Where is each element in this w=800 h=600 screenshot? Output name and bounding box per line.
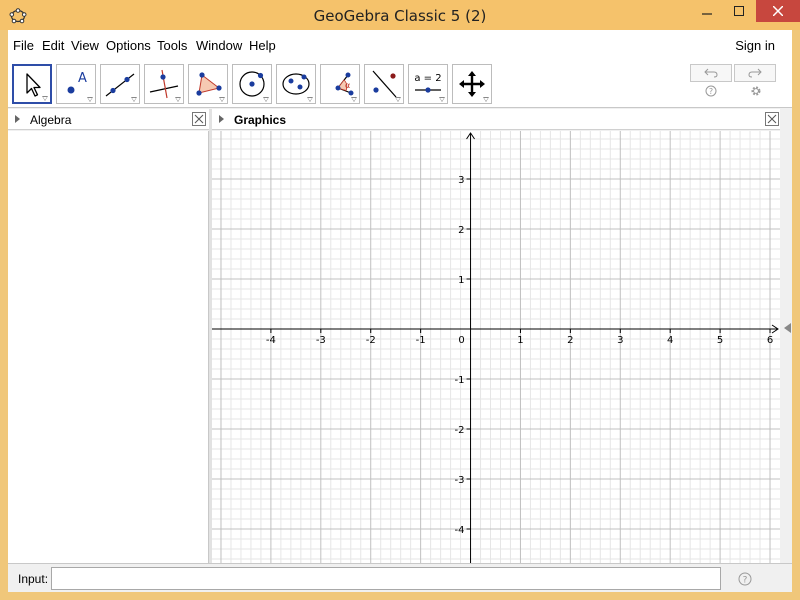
close-icon [767,114,777,124]
input-bar: Input: ? [8,563,792,592]
dropdown-triangle-icon [42,96,48,101]
graphics-title: Graphics [234,113,287,127]
dropdown-triangle-icon [131,97,137,102]
menu-file[interactable]: File [13,38,34,53]
slider-label: a = 2 [414,73,441,84]
side-strip [780,109,792,563]
graphics-panel-header: Graphics [212,109,780,130]
y-tick-label: 3 [458,175,464,186]
dropdown-triangle-icon [483,97,489,102]
close-window-button[interactable] [756,0,800,22]
point-A-icon: A [67,71,87,94]
svg-text:α: α [345,81,350,90]
menu-tools[interactable]: Tools [157,38,187,53]
y-tick-label: -2 [455,425,465,436]
algebra-title: Algebra [30,113,72,127]
dropdown-triangle-icon [439,97,445,102]
dropdown-triangle-icon [87,97,93,102]
title-bar: GeoGebra Classic 5 (2) [0,0,800,30]
ellipse-tool[interactable] [276,64,316,104]
slider-tool[interactable]: a = 2 [408,64,448,104]
x-tick-label: -1 [416,335,426,346]
dropdown-triangle-icon [219,97,225,102]
svg-text:?: ? [743,576,748,586]
point-tool[interactable]: A [56,64,96,104]
menu-help[interactable]: Help [249,38,276,53]
slider-icon: a = 2 [414,73,442,93]
menu-bar: File Edit View Options Tools Window Help… [8,30,792,58]
y-tick-label: -1 [455,375,465,386]
dropdown-triangle-icon [395,97,401,102]
polygon-tool[interactable] [188,64,228,104]
x-tick-label: 0 [458,335,464,346]
ellipse-icon [282,73,310,95]
dropdown-triangle-icon [351,97,357,102]
input-field[interactable] [51,567,721,590]
menu-edit[interactable]: Edit [42,38,64,53]
help-icon[interactable]: ? [738,572,752,586]
style-bar-toggle-icon[interactable] [784,323,791,333]
close-algebra-button[interactable] [192,112,206,126]
window-title: GeoGebra Classic 5 (2) [313,7,487,25]
perpendicular-line-icon [149,69,179,99]
line-through-points-icon [105,73,135,97]
algebra-panel-header: Algebra [8,109,209,130]
move-graphics-tool[interactable] [452,64,492,104]
x-tick-label: -2 [366,335,376,346]
x-tick-label: 3 [617,335,623,346]
close-icon [194,114,204,124]
polygon-icon [196,72,222,96]
y-tick-label: -3 [455,475,465,486]
y-tick-label: 2 [458,225,464,236]
angle-icon: α [335,72,354,96]
help-icon[interactable]: ? [705,85,717,97]
x-tick-label: -3 [316,335,326,346]
app-client-area: File Edit View Options Tools Window Help… [8,30,792,592]
minimize-button[interactable] [692,0,722,22]
x-tick-label: 6 [767,335,773,346]
reflect-about-line-icon [372,70,397,98]
angle-tool[interactable]: α [320,64,360,104]
algebra-view[interactable] [8,131,209,563]
line-tool[interactable] [100,64,140,104]
menu-window[interactable]: Window [196,38,242,53]
circle-center-point-icon [239,71,265,97]
undo-icon [704,68,718,78]
toolbar: A α a = 2 ? [8,58,792,108]
close-icon [773,6,783,16]
x-tick-label: -4 [266,335,276,346]
redo-icon [748,68,762,78]
x-tick-label: 5 [717,335,723,346]
circle-tool[interactable] [232,64,272,104]
dropdown-triangle-icon [307,97,313,102]
expand-arrow-icon[interactable] [15,115,20,123]
x-tick-label: 2 [567,335,573,346]
close-graphics-button[interactable] [765,112,779,126]
maximize-icon [734,6,744,16]
menu-options[interactable]: Options [106,38,151,53]
x-tick-label: 4 [667,335,673,346]
dropdown-triangle-icon [175,97,181,102]
reflect-tool[interactable] [364,64,404,104]
coordinate-plane[interactable]: -4 -3 -2 -1 0 1 2 3 4 5 6 3 2 1 -1 -2 -3 -4 [212,131,780,563]
x-tick-label: 1 [517,335,523,346]
maximize-button[interactable] [724,0,754,22]
svg-text:?: ? [709,87,713,96]
minimize-icon [702,13,712,15]
gear-icon[interactable] [750,85,762,97]
sign-in-link[interactable]: Sign in [735,38,775,53]
y-tick-label: 1 [458,275,464,286]
graphics-view[interactable]: -4 -3 -2 -1 0 1 2 3 4 5 6 3 2 1 -1 -2 -3 -4 [212,131,780,563]
svg-text:A: A [78,71,87,86]
dropdown-triangle-icon [263,97,269,102]
menu-view[interactable]: View [71,38,99,53]
perpendicular-line-tool[interactable] [144,64,184,104]
move-tool[interactable] [12,64,52,104]
y-tick-label: -4 [455,525,465,536]
input-label: Input: [18,572,49,586]
undo-button[interactable] [690,64,732,82]
redo-button[interactable] [734,64,776,82]
move-graphics-view-icon [459,71,485,97]
expand-arrow-icon[interactable] [219,115,224,123]
